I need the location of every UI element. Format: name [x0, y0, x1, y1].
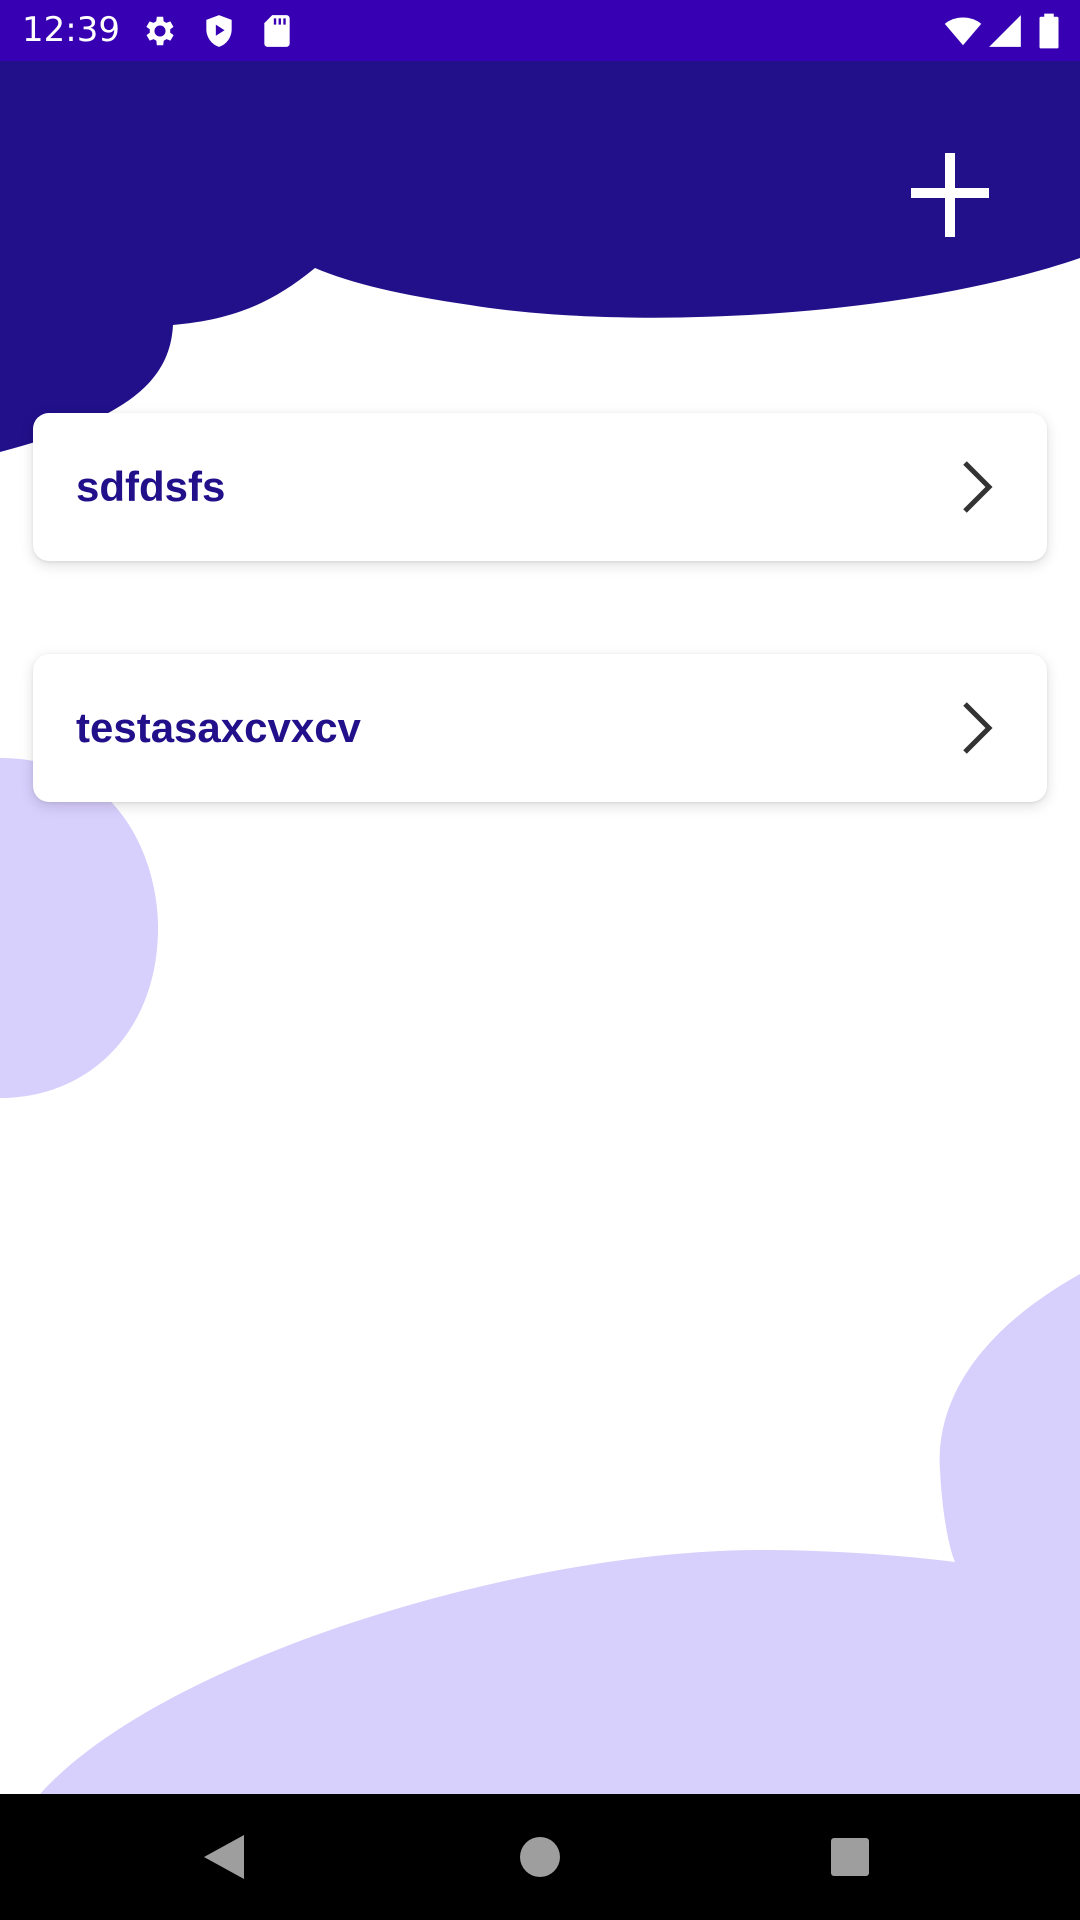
- plus-icon: [911, 153, 989, 237]
- bottom-light-blob: [40, 1274, 1080, 1794]
- navigation-bar: [0, 1794, 1080, 1920]
- sd-card-icon: [258, 12, 296, 50]
- chevron-right-icon: [957, 459, 997, 515]
- shield-play-icon: [200, 12, 238, 50]
- add-button[interactable]: [900, 145, 1000, 245]
- status-bar: 12:39: [0, 0, 1080, 61]
- screen: 12:39 sdfdsfs testasaxcvxcv: [0, 0, 1080, 1920]
- header-blob: [0, 61, 1080, 452]
- list-item[interactable]: testasaxcvxcv: [33, 654, 1047, 802]
- recents-icon[interactable]: [820, 1827, 880, 1887]
- gear-icon: [141, 12, 179, 50]
- item-list: sdfdsfs testasaxcvxcv: [33, 413, 1047, 895]
- back-icon[interactable]: [196, 1827, 256, 1887]
- home-icon[interactable]: [510, 1827, 570, 1887]
- chevron-right-icon: [957, 700, 997, 756]
- battery-icon: [1036, 12, 1062, 50]
- signal-icon: [986, 12, 1024, 50]
- status-time: 12:39: [22, 10, 120, 50]
- list-item-label: sdfdsfs: [76, 463, 226, 510]
- wifi-icon: [942, 12, 984, 50]
- list-item[interactable]: sdfdsfs: [33, 413, 1047, 561]
- background-decoration: [0, 61, 1080, 1794]
- list-item-label: testasaxcvxcv: [76, 704, 361, 751]
